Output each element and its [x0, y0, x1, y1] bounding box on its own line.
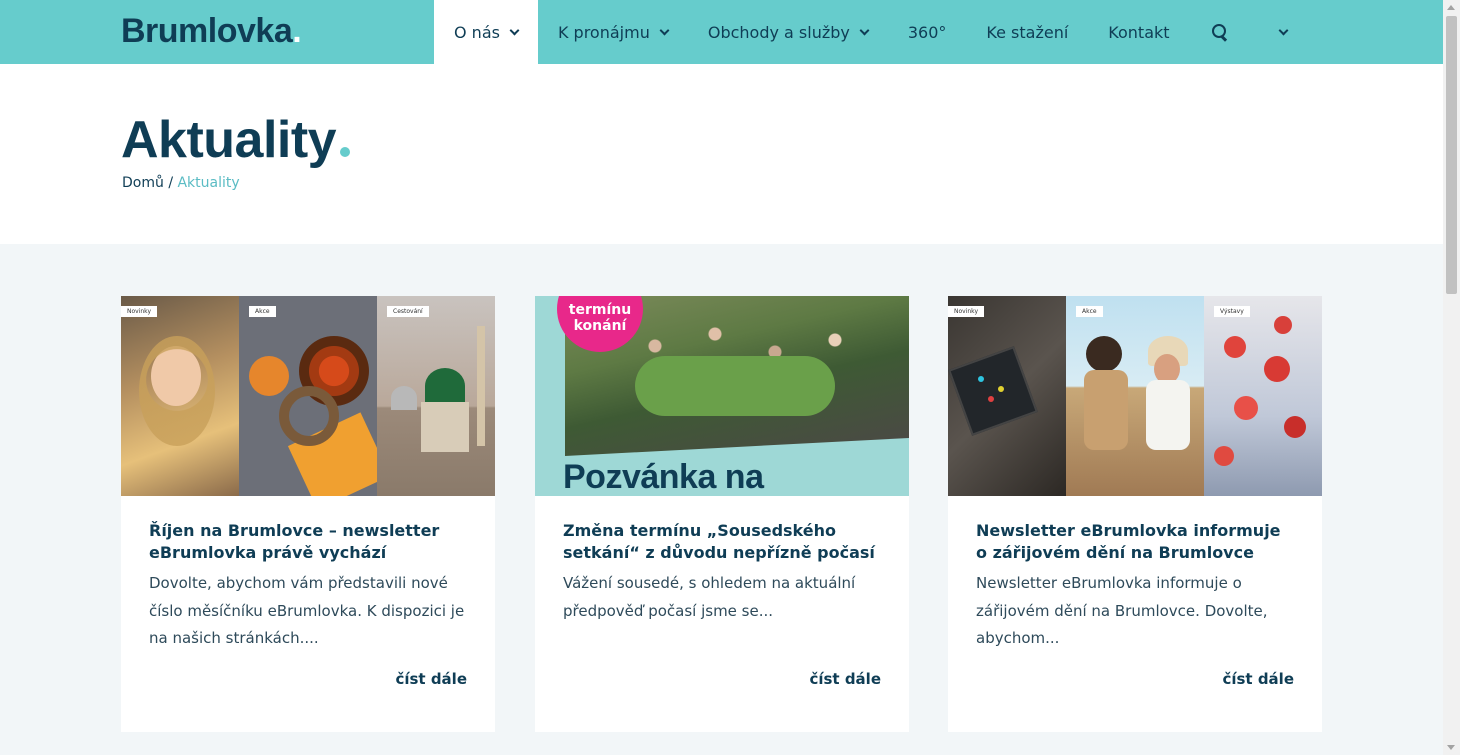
- chevron-down-icon: [1278, 25, 1288, 35]
- nav-item-label: Ke stažení: [986, 22, 1069, 42]
- scroll-up-icon[interactable]: [1447, 5, 1455, 10]
- search-button[interactable]: [1190, 0, 1250, 64]
- breadcrumb: Domů / Aktuality: [122, 175, 240, 191]
- breadcrumb-current: Aktuality: [177, 175, 240, 191]
- news-card-excerpt: Newsletter eBrumlovka informuje o zářijo…: [976, 574, 1268, 647]
- news-card-title[interactable]: Změna termínu „Sousedského setkání“ z dů…: [563, 520, 881, 564]
- news-card[interactable]: Novinky Akce Výstavy Newsletter eBrumlov…: [948, 296, 1322, 732]
- nav-item-label: K pronájmu: [557, 22, 650, 42]
- page-hero: Aktuality Domů / Aktuality: [0, 64, 1443, 244]
- breadcrumb-home-link[interactable]: Domů: [122, 175, 164, 191]
- news-card-body: Říjen na Brumlovce – newsletter eBrumlov…: [121, 496, 495, 653]
- tag-label: Cestování: [387, 306, 429, 317]
- chevron-down-icon: [509, 25, 520, 35]
- nav-item-ke-stazeni[interactable]: Ke stažení: [966, 0, 1088, 64]
- nav-item-label: Obchody a služby: [707, 22, 850, 42]
- chevron-down-icon: [659, 25, 670, 35]
- news-card-title[interactable]: Newsletter eBrumlovka informuje o zářijo…: [976, 520, 1294, 564]
- nav-item-k-pronajmu[interactable]: K pronájmu: [538, 0, 688, 64]
- news-card[interactable]: Novinky Akce Cestování Říjen na Brumlovc…: [121, 296, 495, 732]
- poster-text: Pozvánka na: [563, 458, 764, 496]
- nav-item-360[interactable]: 360°: [888, 0, 967, 64]
- news-card-body: Newsletter eBrumlovka informuje o zářijo…: [948, 496, 1322, 653]
- news-card-title[interactable]: Říjen na Brumlovce – newsletter eBrumlov…: [149, 520, 467, 564]
- news-card-image[interactable]: Novinky Akce Cestování: [121, 296, 495, 496]
- read-more-link[interactable]: číst dále: [1222, 670, 1294, 688]
- brumlovka-logo[interactable]: Brumlovka.: [121, 14, 302, 48]
- tag-label: Novinky: [948, 306, 984, 317]
- nav-item-label: O nás: [454, 22, 500, 42]
- chevron-down-icon: [859, 25, 870, 35]
- news-card-excerpt: Vážení sousedé, s ohledem na aktuální př…: [563, 574, 856, 620]
- search-icon: [1211, 24, 1228, 40]
- scrollbar-thumb[interactable]: [1446, 16, 1457, 294]
- news-card[interactable]: termínu konání Pozvánka na Změna termínu…: [535, 296, 909, 732]
- page-title: Aktuality: [121, 114, 351, 166]
- tag-label: Výstavy: [1214, 306, 1250, 317]
- news-card-image[interactable]: termínu konání Pozvánka na: [535, 296, 909, 496]
- breadcrumb-separator: /: [168, 175, 174, 191]
- vertical-scrollbar[interactable]: [1443, 0, 1460, 755]
- main-nav: O nás K pronájmu Obchody a služby 360° K…: [434, 0, 1313, 64]
- read-more-link[interactable]: číst dále: [809, 670, 881, 688]
- site-header: Brumlovka. O nás K pronájmu Obchody a sl…: [0, 0, 1443, 64]
- news-card-body: Změna termínu „Sousedského setkání“ z dů…: [535, 496, 909, 625]
- title-dot-icon: [340, 147, 351, 157]
- language-dropdown[interactable]: [1250, 0, 1313, 64]
- nav-item-label: Kontakt: [1108, 22, 1170, 42]
- tag-label: Akce: [1076, 306, 1103, 317]
- tag-label: Akce: [249, 306, 276, 317]
- read-more-link[interactable]: číst dále: [395, 670, 467, 688]
- news-card-image[interactable]: Novinky Akce Výstavy: [948, 296, 1322, 496]
- scroll-down-icon[interactable]: [1447, 745, 1455, 750]
- news-card-excerpt: Dovolte, abychom vám představili nové čí…: [149, 574, 465, 647]
- nav-item-obchody-a-sluzby[interactable]: Obchody a služby: [688, 0, 888, 64]
- nav-item-label: 360°: [907, 22, 947, 42]
- nav-item-kontakt[interactable]: Kontakt: [1088, 0, 1189, 64]
- tag-label: Novinky: [121, 306, 157, 317]
- nav-item-o-nas[interactable]: O nás: [434, 0, 538, 64]
